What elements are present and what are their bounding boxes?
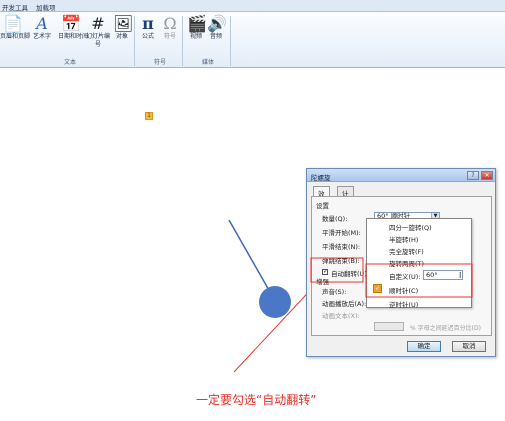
audio-button[interactable]: 🔊 音频 [204, 15, 228, 41]
option-half-spin[interactable]: 半旋转(H) [389, 234, 418, 244]
instruction-caption: 一定要勾选“自动翻转” [196, 393, 317, 407]
symbol-icon: Ω [163, 14, 177, 33]
delay-percent-input[interactable] [374, 322, 404, 331]
symbol-label: 符号 [163, 33, 176, 40]
tab-addins[interactable]: 加载项 [36, 2, 56, 12]
custom-angle-input[interactable]: 60° [423, 270, 463, 280]
object-label: 对象 [115, 33, 128, 40]
cancel-button[interactable]: 取消 [452, 341, 486, 352]
rotating-line[interactable] [228, 219, 271, 293]
option-counterclockwise[interactable]: 逆时针(U) [389, 299, 418, 309]
object-button[interactable]: 🖼 对象 [110, 15, 134, 41]
quantity-dropdown-list: 四分一旋转(Q) 半旋转(H) 完全旋转(F) 旋转两周(T) 自定义(U): … [366, 218, 472, 309]
smooth-start-label: 平滑开始(M): [322, 229, 361, 237]
wordart-icon: A [36, 14, 48, 33]
option-clockwise[interactable]: 顺时针(C) [389, 285, 418, 295]
audio-label: 音频 [209, 33, 222, 40]
ribbon-separator [134, 16, 135, 66]
date-time-button[interactable]: 📅 日期和时间 [58, 14, 89, 41]
header-footer-label: 页眉和页脚 [0, 33, 31, 40]
text-cursor-icon: I [459, 271, 462, 280]
animate-text-label: 动画文本(X): [322, 312, 360, 320]
custom-angle-value: 60° [426, 271, 438, 279]
tab-developer[interactable]: 开发工具 [2, 2, 28, 12]
section-settings: 设置 [316, 202, 329, 210]
slide-number-icon: # [91, 14, 105, 33]
video-icon: 🎬 [187, 14, 207, 33]
after-animation-label: 动画播放后(A): [322, 300, 367, 308]
sound-label: 声音(S): [322, 288, 347, 296]
group-label-text: 文本 [63, 59, 76, 66]
audio-icon: 🔊 [207, 14, 227, 33]
close-icon[interactable]: ✕ [481, 171, 493, 180]
wordart-button[interactable]: A 艺术字 [30, 15, 54, 41]
quantity-label: 数量(Q): [322, 215, 348, 223]
auto-reverse-label: 自动翻转(U) [331, 270, 367, 278]
option-two-spins[interactable]: 旋转两周(T) [389, 258, 424, 268]
ribbon-separator [230, 16, 231, 66]
tab-timing[interactable]: 计时 [337, 186, 354, 208]
header-footer-icon: 📄 [3, 14, 23, 33]
symbol-button[interactable]: Ω 符号 [158, 15, 182, 41]
wordart-label: 艺术字 [32, 33, 51, 40]
slide-number-button[interactable]: # 幻灯片编号 [86, 15, 110, 49]
circle-shape[interactable] [259, 286, 291, 318]
object-icon: 🖼 [113, 14, 134, 33]
option-quarter-spin[interactable]: 四分一旋转(Q) [389, 222, 432, 232]
equation-button[interactable]: π 公式 [136, 15, 160, 41]
ribbon-tab-bar: 开发工具 加载项 [0, 0, 505, 12]
delay-percent-label: % 字母之间延迟百分比(D) [410, 325, 481, 332]
ok-button[interactable]: 确定 [407, 341, 441, 352]
auto-reverse-checkbox[interactable]: ✓ [322, 269, 328, 275]
animation-marker-icon[interactable]: 1 [145, 112, 153, 120]
help-icon[interactable]: ? [467, 171, 479, 180]
dialog-title: 陀螺旋 [311, 174, 331, 182]
check-icon: ✓ [373, 284, 382, 293]
dialog-titlebar[interactable]: 陀螺旋 ? ✕ [307, 169, 495, 182]
group-label-media: 媒体 [201, 59, 214, 66]
date-time-icon: 📅 [61, 14, 81, 33]
equation-label: 公式 [141, 33, 154, 40]
option-custom[interactable]: 自定义(U): [389, 271, 421, 281]
section-enhance: 增强 [316, 278, 329, 286]
ribbon: 📄 页眉和页脚 A 艺术字 📅 日期和时间 # 幻灯片编号 🖼 对象 π 公式 … [0, 12, 505, 68]
ribbon-separator [182, 16, 183, 66]
group-label-symbols: 符号 [153, 59, 166, 66]
header-footer-button[interactable]: 📄 页眉和页脚 [0, 14, 31, 41]
date-time-label: 日期和时间 [58, 33, 89, 40]
equation-icon: π [142, 14, 154, 33]
bounce-end-label: 弹跳结束(B): [322, 257, 360, 265]
slide-number-label: 幻灯片编号 [86, 33, 111, 48]
option-full-spin[interactable]: 完全旋转(F) [389, 246, 424, 256]
smooth-end-label: 平滑结束(N): [322, 243, 361, 251]
